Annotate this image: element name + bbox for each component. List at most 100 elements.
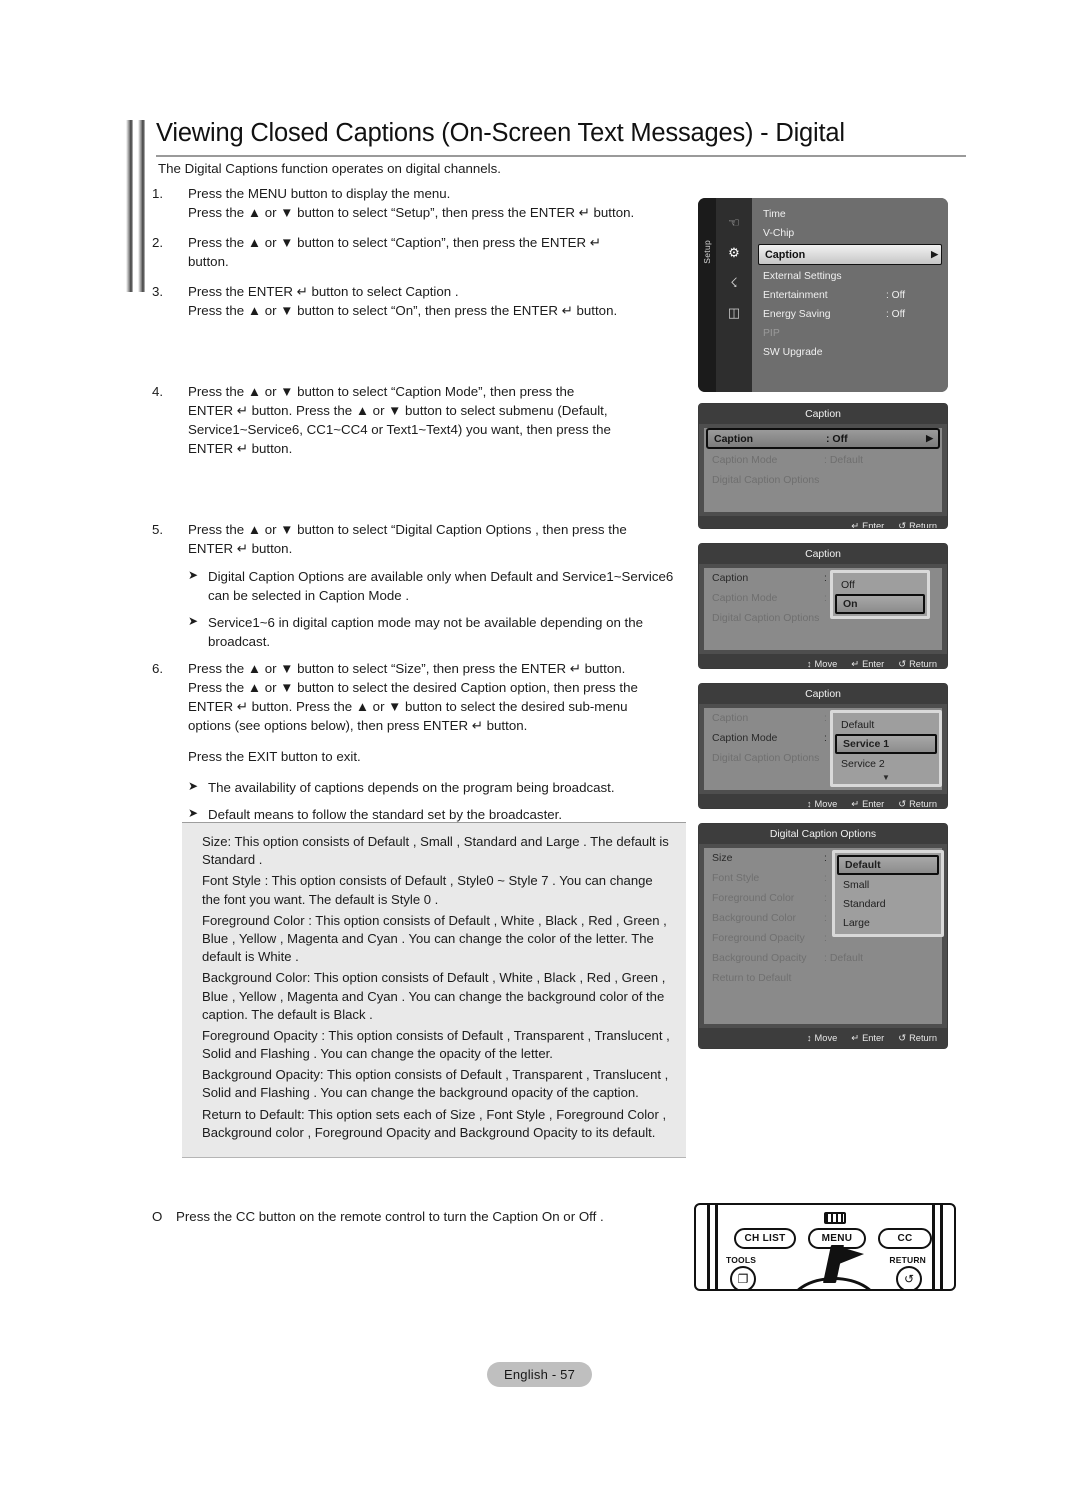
dropdown-option-on[interactable]: On (835, 594, 925, 614)
step-line: ENTER ↵ button. Press the ▲ or ▼ button … (188, 699, 628, 714)
dropdown-option-standard[interactable]: Standard (837, 894, 939, 913)
row-label: Font Style (712, 872, 760, 884)
ch-list-button[interactable]: CH LIST (734, 1228, 796, 1249)
step-1: 1. Press the MENU button to display the … (152, 184, 692, 222)
footer-enter: ↵ Enter (851, 798, 884, 809)
return-label: RETURN (889, 1255, 926, 1265)
instruction-list: 1. Press the MENU button to display the … (152, 184, 692, 886)
footer-label: Enter (862, 659, 885, 669)
footer-enter: ↵ Enter (851, 521, 884, 529)
setup-item-label: Caption (765, 248, 806, 261)
setup-item-label: Time (763, 209, 786, 220)
caption-mode-dropdown[interactable]: Default Service 1 Service 2 ▼ (830, 710, 942, 787)
setup-icon-column: ☜ ⚙ ☇ ◫ (716, 198, 752, 392)
caption-onoff-dropdown[interactable]: Off On (830, 570, 930, 619)
setup-item-sw-upgrade[interactable]: SW Upgrade (752, 344, 948, 361)
dco-row-background-opacity: Background Opacity : Default (704, 948, 942, 968)
cc-button[interactable]: CC (878, 1228, 932, 1249)
dropdown-option-small[interactable]: Small (837, 875, 939, 894)
caption-row-caption-mode: Caption Mode : Default (704, 450, 942, 470)
intro-text: The Digital Captions function operates o… (158, 161, 501, 176)
return-icon: ↺ (898, 658, 907, 669)
step-line: ENTER ↵ button. Press the ▲ or ▼ button … (188, 403, 608, 418)
note-bullet-icon: ➤ (188, 779, 199, 793)
step-6: 6. Press the ▲ or ▼ button to select “Si… (152, 659, 692, 735)
row-label: Foreground Opacity (712, 932, 805, 944)
row-label: Foreground Color (712, 892, 795, 904)
dropdown-option-service-1[interactable]: Service 1 (835, 734, 937, 754)
footer-move: ↕ Move (807, 1033, 837, 1043)
setup-item-caption[interactable]: Caption ▶ (758, 244, 942, 265)
option-description: Background Color: This option consists o… (202, 970, 666, 1022)
setup-item-value: : Off (886, 290, 906, 301)
dropdown-option-default[interactable]: Default (837, 855, 939, 875)
setup-tab: Setup (698, 198, 716, 392)
note-item: ➤ The availability of captions depends o… (188, 778, 692, 797)
layout-spacer (152, 320, 692, 382)
setup-tab-label: Setup (702, 240, 712, 264)
footnote-text: Press the CC button on the remote contro… (176, 1209, 604, 1224)
step-text: Press the ▲ or ▼ button to select “Size”… (188, 659, 692, 735)
step-line: Press the ENTER ↵ button to select Capti… (188, 284, 459, 299)
note-bullet-icon: ➤ (188, 614, 199, 628)
plug-icon: ☇ (730, 275, 738, 290)
footer-enter: ↵ Enter (851, 658, 885, 669)
dropdown-option-service-2[interactable]: Service 2 (835, 754, 937, 773)
setup-item-external-settings[interactable]: External Settings (752, 268, 948, 285)
footnote: O Press the CC button on the remote cont… (152, 1209, 604, 1224)
move-icon: ↕ (806, 799, 812, 809)
step-text: Press the ▲ or ▼ button to select “Digit… (188, 520, 692, 558)
enter-icon: ↵ (851, 798, 860, 809)
footnote-bullet-icon: O (152, 1209, 163, 1224)
row-label: Caption Mode (712, 732, 778, 744)
step-2: 2. Press the ▲ or ▼ button to select “Ca… (152, 233, 692, 271)
step-number: 6. (152, 661, 164, 676)
setup-item-value: : Off (886, 309, 906, 320)
row-label: Size (712, 852, 733, 864)
footer-return: ↺ Return (898, 799, 937, 809)
notes-after-step-5: ➤ Digital Caption Options are available … (188, 567, 692, 651)
row-label: Digital Caption Options (712, 474, 820, 486)
step-line: options (see options below), then press … (188, 718, 528, 733)
footer-label: Move (814, 1033, 838, 1043)
panel-footer: ↵ Enter ↺ Return (699, 516, 947, 529)
footer-label: Move (814, 799, 838, 809)
enter-icon: ↵ (851, 1032, 860, 1043)
option-description: Foreground Color : This option consists … (202, 912, 667, 965)
exit-instruction: Press the EXIT button to exit. (188, 749, 361, 764)
chevron-down-icon[interactable]: ▼ (835, 773, 937, 782)
row-value: : Default (824, 454, 864, 466)
enter-icon: ↵ (851, 658, 860, 669)
move-icon: ↕ (806, 659, 812, 669)
dropdown-option-default[interactable]: Default (835, 715, 937, 734)
caption-options-description-box: Size: This option consists of Default , … (182, 822, 686, 1158)
setup-item-energy-saving[interactable]: Energy Saving : Off (752, 306, 948, 323)
panel-body: Caption : Caption Mode : Digital Caption… (704, 708, 942, 790)
layout-spacer (152, 458, 692, 520)
row-label: Return to Default (712, 972, 792, 984)
setup-menu-list: Time V-Chip Caption ▶ External Settings … (752, 198, 948, 392)
dropdown-option-large[interactable]: Large (837, 913, 939, 932)
setup-item-entertainment[interactable]: Entertainment : Off (752, 287, 948, 304)
setup-item-time[interactable]: Time (752, 206, 948, 223)
step-4: 4. Press the ▲ or ▼ button to select “Ca… (152, 382, 692, 458)
caption-row-caption[interactable]: Caption : Off ▶ (706, 428, 940, 449)
step-line: Press the ▲ or ▼ button to select “Capti… (188, 235, 601, 250)
footer-enter: ↵ Enter (851, 1033, 884, 1044)
setup-item-pip: PIP (752, 325, 948, 342)
gear-icon: ⚙ (728, 245, 740, 260)
size-dropdown[interactable]: Default Small Standard Large (832, 850, 944, 937)
tools-button[interactable]: ❐ (730, 1266, 756, 1289)
step-number: 2. (152, 235, 164, 250)
panel-footer: ↕ Move ↵ Enter ↺ Return (699, 1028, 947, 1048)
remote-rail (707, 1205, 710, 1289)
return-button[interactable]: ↺ (896, 1266, 922, 1289)
dropdown-option-off[interactable]: Off (835, 575, 925, 594)
chevron-right-icon: ▶ (926, 433, 933, 443)
panel-body: Caption : Caption Mode : Digital Caption… (704, 568, 942, 650)
row-label: Caption (712, 572, 749, 584)
option-description: Foreground Opacity : This option consist… (202, 1027, 670, 1062)
step-3: 3. Press the ENTER ↵ button to select Ca… (152, 282, 692, 320)
setup-item-v-chip[interactable]: V-Chip (752, 225, 948, 242)
osd-setup-menu: Setup ☜ ⚙ ☇ ◫ Time V-Chip Caption ▶ Exte… (698, 198, 948, 392)
